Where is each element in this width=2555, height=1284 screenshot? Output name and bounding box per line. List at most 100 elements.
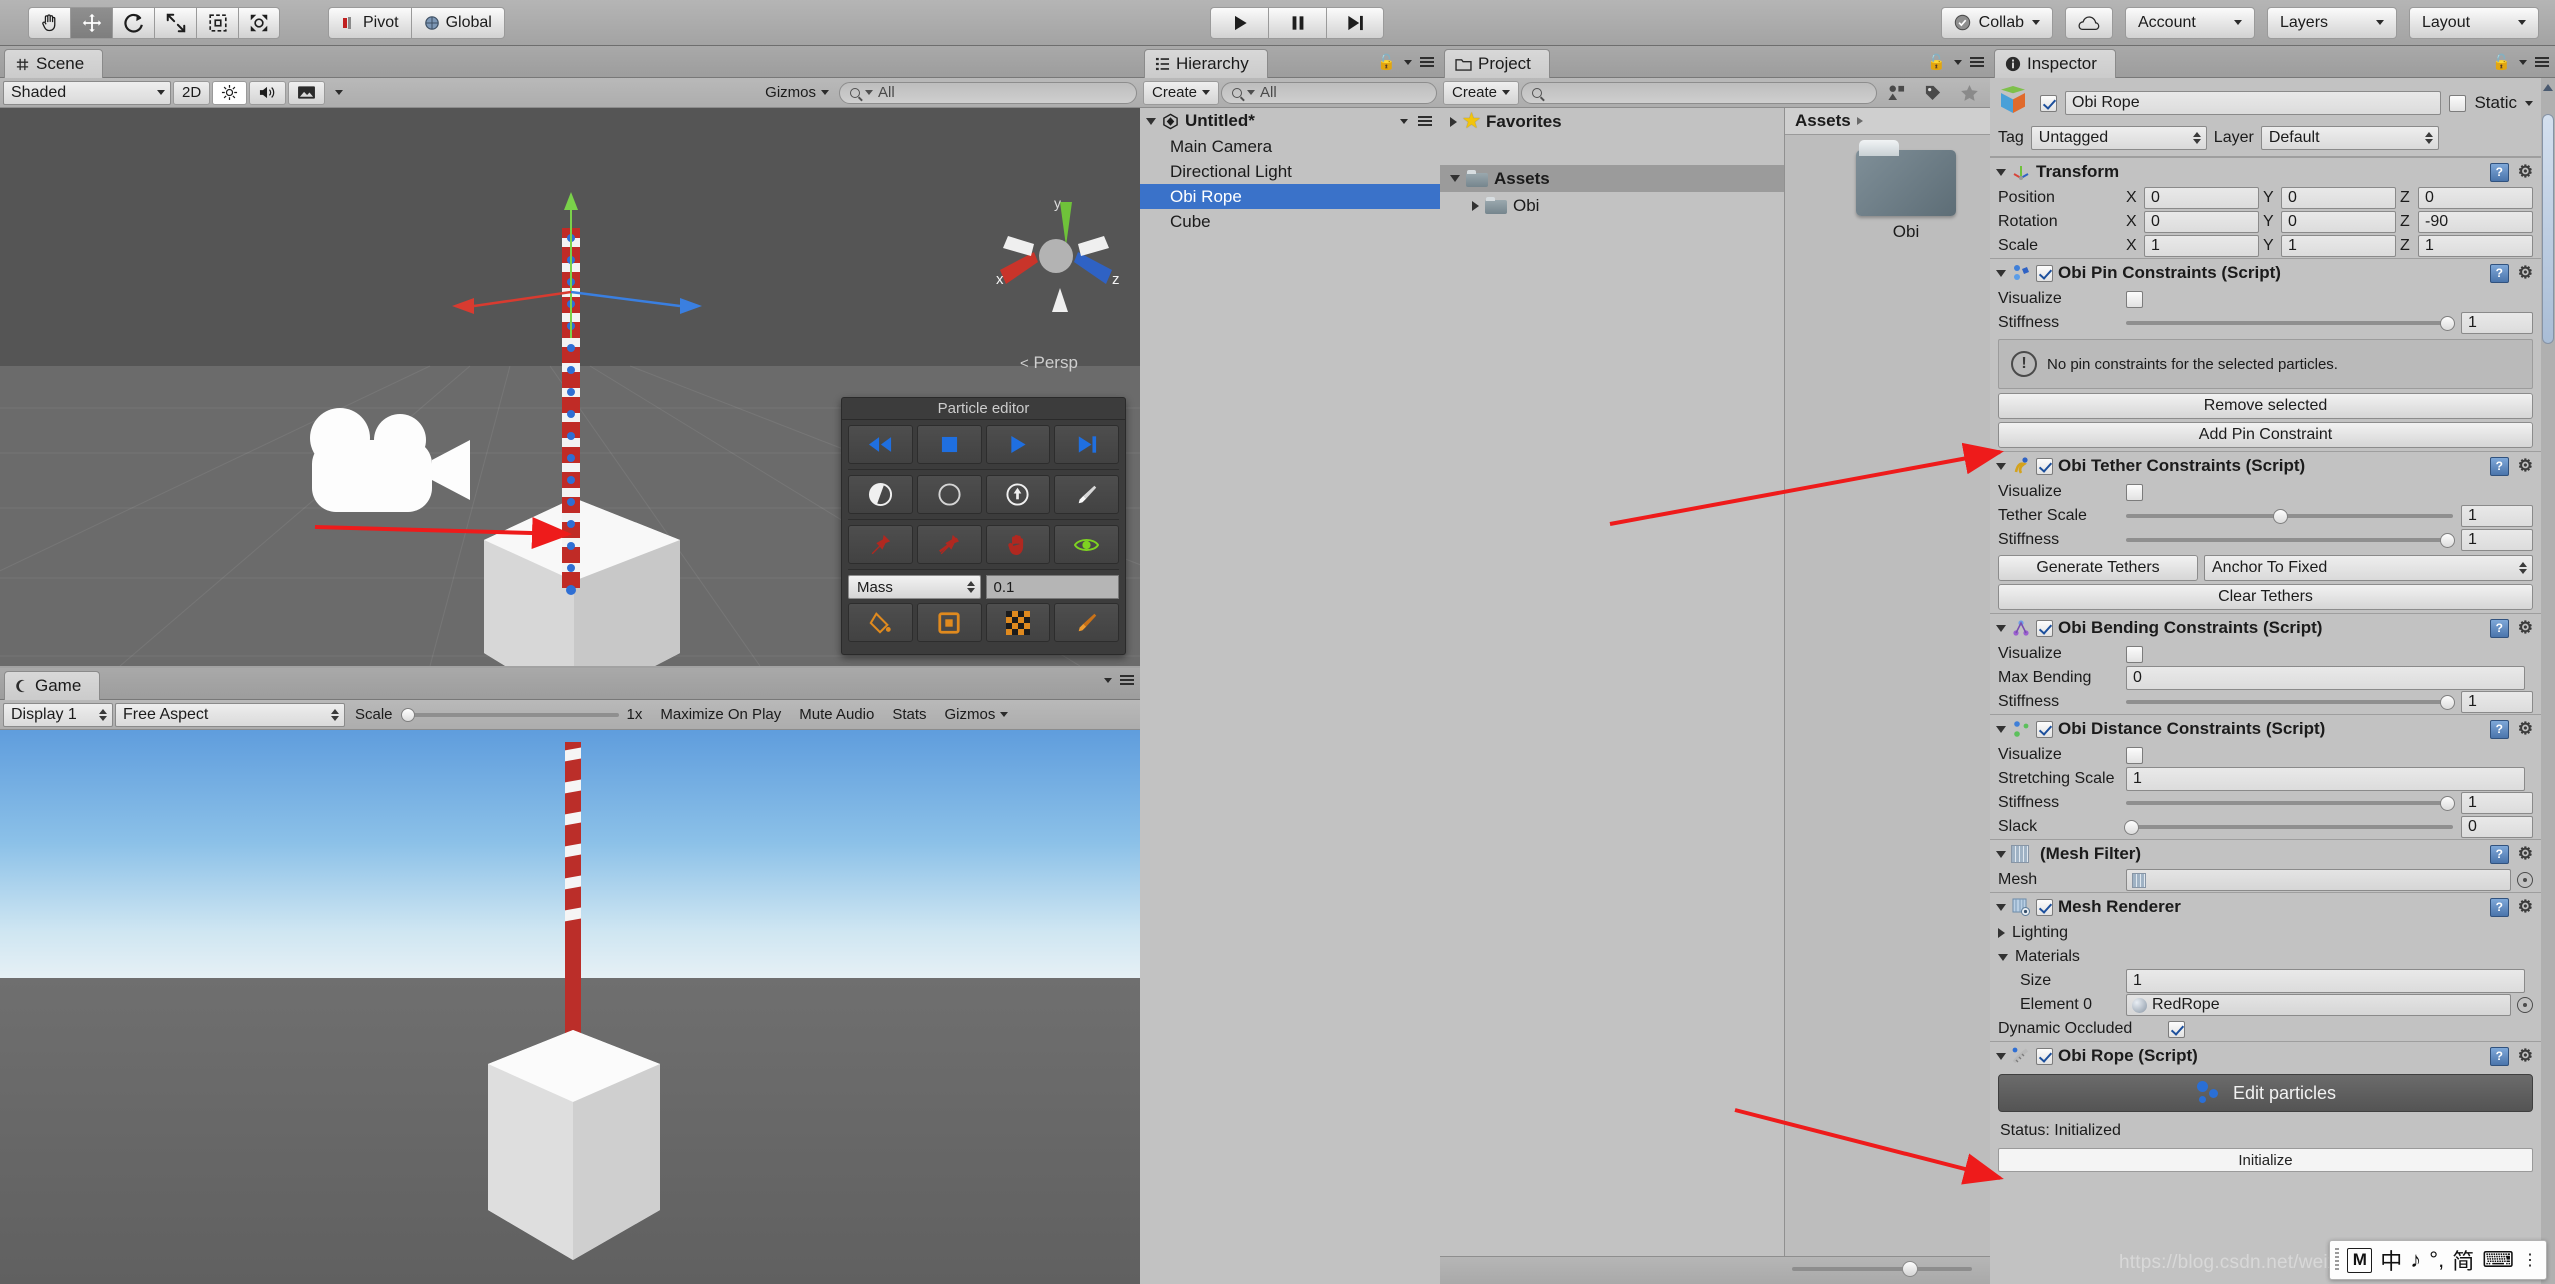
component-mesh-filter-header[interactable]: (Mesh Filter) ? ⚙ [1990,840,2541,868]
gear-icon[interactable]: ⚙ [2518,456,2533,476]
pause-button[interactable] [1268,6,1326,39]
checker-button[interactable] [985,603,1051,642]
gear-icon[interactable]: ⚙ [2518,162,2533,182]
hierarchy-search-input[interactable]: All [1221,81,1437,104]
layer-dropdown[interactable]: Default [2260,126,2439,150]
tether-scale-value[interactable]: 1 [2461,505,2533,527]
visibility-button[interactable] [1054,525,1119,564]
asset-zoom-slider[interactable] [1792,1267,1972,1271]
step-button[interactable] [1326,6,1384,39]
filter-by-type-button[interactable] [1879,81,1914,105]
stats-button[interactable]: Stats [884,703,934,727]
scene-fx-button[interactable] [288,80,326,105]
help-icon[interactable]: ? [2489,263,2509,283]
hand-select-button[interactable] [985,525,1051,564]
component-obi-tether-header[interactable]: Obi Tether Constraints (Script) ? ⚙ [1990,452,2541,480]
hierarchy-panel-menu[interactable]: 🔓 [1377,53,1434,71]
bending-stiffness-slider[interactable] [2126,690,2455,714]
chevron-down-icon[interactable] [1996,168,2006,176]
tag-dropdown[interactable]: Untagged [2030,126,2207,150]
play-button-pe[interactable] [985,425,1051,464]
chevron-down-icon[interactable] [1996,850,2006,858]
project-tree-item-obi[interactable]: Obi [1440,192,1784,219]
project-search-input[interactable] [1521,81,1877,104]
game-panel-menu[interactable] [1104,675,1134,685]
component-enabled-checkbox[interactable] [2036,898,2053,916]
perspective-label[interactable]: < Persp [1020,353,1078,373]
mesh-object-field[interactable] [2126,869,2511,891]
max-bending-input[interactable]: 0 [2126,666,2525,690]
gear-icon[interactable]: ⚙ [2518,844,2533,864]
tether-stiffness-slider[interactable] [2126,528,2455,552]
select-target-button[interactable] [985,475,1051,514]
rect-tool-button[interactable] [196,6,238,39]
tab-inspector[interactable]: Inspector [1994,49,2116,78]
gear-icon[interactable]: ⚙ [2518,719,2533,739]
gameobject-enabled-checkbox[interactable] [2040,94,2057,112]
inspector-scrollbar[interactable] [2541,78,2555,1284]
mesh-picker-button[interactable] [2517,872,2533,888]
hierarchy-create-button[interactable]: Create [1143,80,1220,105]
rotation-x-input[interactable]: 0 [2144,211,2259,233]
help-icon[interactable]: ? [2489,162,2509,182]
tether-anchor-dropdown[interactable]: Anchor To Fixed [2204,555,2533,581]
chevron-down-icon[interactable] [1996,1052,2006,1060]
rotation-z-input[interactable]: -90 [2418,211,2533,233]
square-select-button[interactable] [916,603,982,642]
draw-mode-dropdown[interactable]: Shaded [3,80,171,105]
gear-icon[interactable]: ⚙ [2518,1046,2533,1066]
lock-icon[interactable]: 🔓 [2492,53,2511,71]
maximize-on-play-button[interactable]: Maximize On Play [652,703,789,727]
ime-keyboard-icon[interactable]: ⌨ [2482,1247,2514,1273]
aspect-dropdown[interactable]: Free Aspect [115,702,345,727]
game-scale-slider[interactable]: Scale 1x [347,706,650,723]
pin-button[interactable] [848,525,913,564]
inspector-panel-menu[interactable]: 🔓 [2492,53,2549,71]
inspector-scroll-thumb[interactable] [2542,114,2554,344]
materials-size-input[interactable]: 1 [2126,969,2525,993]
scale-y-input[interactable]: 1 [2281,235,2396,257]
ime-note-icon[interactable]: ♪ [2410,1247,2421,1273]
tab-scene[interactable]: Scene [4,49,104,78]
help-icon[interactable]: ? [2489,1046,2509,1066]
hand-tool-button[interactable] [28,6,70,39]
ime-punct-button[interactable]: °, [2429,1247,2444,1273]
white-brush-button[interactable] [1054,475,1119,514]
layers-button[interactable]: Layers [2267,6,2397,39]
remove-selected-button[interactable]: Remove selected [1998,393,2533,419]
game-viewport[interactable] [0,730,1140,1284]
chevron-down-icon[interactable] [1996,624,2006,632]
ime-more-button[interactable]: ⋮ [2522,1250,2538,1270]
gear-icon[interactable]: ⚙ [2518,897,2533,917]
lock-icon[interactable]: 🔓 [1377,53,1396,71]
component-enabled-checkbox[interactable] [2036,720,2053,738]
chevron-right-icon[interactable] [1450,116,1457,127]
stop-button[interactable] [916,425,982,464]
move-tool-button[interactable] [70,6,112,39]
project-create-button[interactable]: Create [1443,80,1520,105]
tab-game[interactable]: Game [4,671,101,700]
rewind-button[interactable] [848,425,913,464]
chevron-down-icon[interactable] [1996,903,2006,911]
lock-icon[interactable]: 🔓 [1927,53,1946,71]
select-half-button[interactable] [848,475,913,514]
gameobject-name-input[interactable]: Obi Rope [2065,91,2442,115]
chevron-down-icon[interactable] [1450,175,1460,182]
lighting-toggle-button[interactable] [212,80,248,105]
pin-stiffness-slider[interactable] [2126,311,2455,335]
pin-stiffness-value[interactable]: 1 [2461,312,2533,334]
help-icon[interactable]: ? [2489,844,2509,864]
lighting-foldout[interactable]: Lighting [1990,921,2541,945]
clear-tethers-button[interactable]: Clear Tethers [1998,584,2533,610]
2d-toggle-button[interactable]: 2D [173,80,211,105]
component-enabled-checkbox[interactable] [2036,457,2053,475]
ime-mode-button[interactable]: M [2347,1247,2373,1273]
position-x-input[interactable]: 0 [2144,187,2259,209]
play-button[interactable] [1210,6,1268,39]
help-icon[interactable]: ? [2489,719,2509,739]
game-gizmos-dropdown[interactable]: Gizmos [937,703,1017,727]
bending-stiffness-value[interactable]: 1 [2461,691,2533,713]
rotate-tool-button[interactable] [112,6,154,39]
unpin-button[interactable] [916,525,982,564]
cloud-button[interactable] [2065,6,2113,39]
